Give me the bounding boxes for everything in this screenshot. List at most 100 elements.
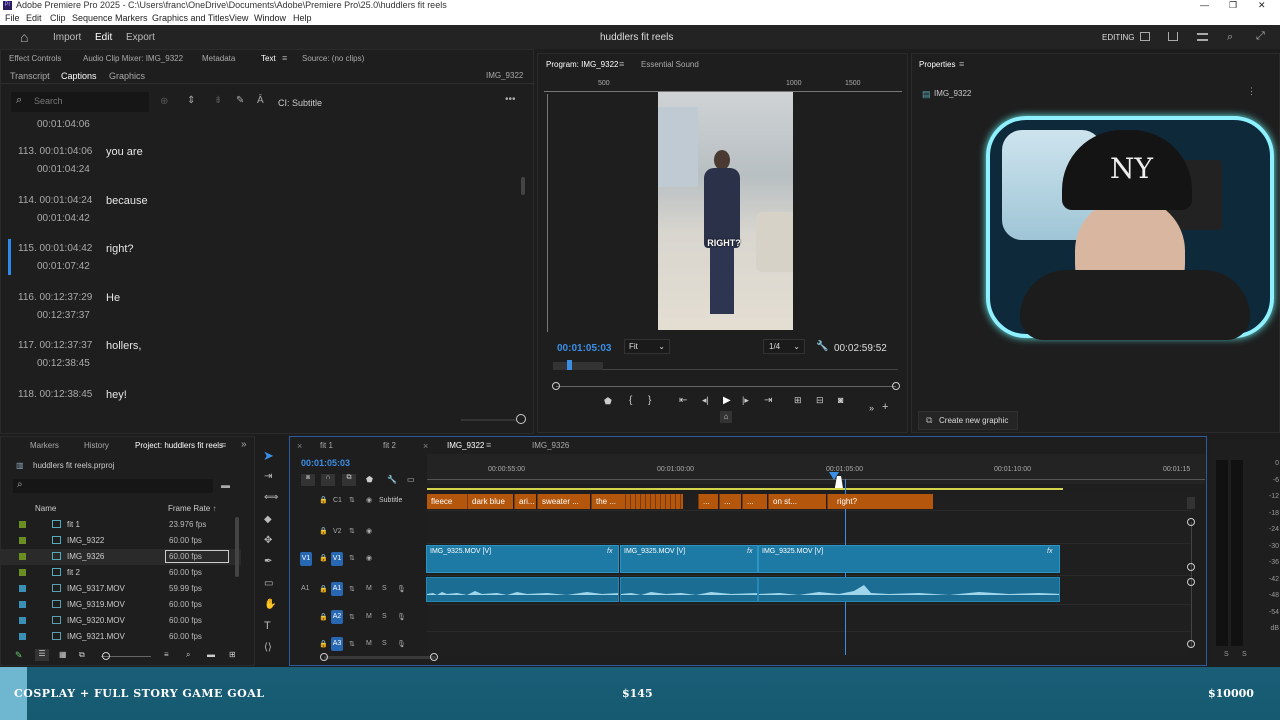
mini-timeline[interactable] — [553, 360, 898, 370]
menu-markers[interactable]: Markers — [115, 11, 148, 25]
mark-out-icon[interactable]: } — [648, 395, 651, 406]
thumbnail-size-handle[interactable] — [102, 652, 110, 660]
zoom-handle-left[interactable] — [320, 653, 328, 661]
pen-tool-icon[interactable]: ✒ — [264, 556, 272, 567]
project-item[interactable]: IMG_9319.MOV 60.00 fps — [1, 597, 241, 613]
project-item[interactable]: fit 2 60.00 fps — [1, 565, 241, 581]
caption-row[interactable]: 118. 00:12:38:45 hey! — [1, 377, 521, 425]
tab-project[interactable]: Project: huddlers fit reels — [135, 441, 223, 450]
caption-clip-selected[interactable]: right? — [827, 494, 933, 509]
zoom-slider-handle[interactable] — [516, 414, 526, 424]
vscroll-handle[interactable] — [1187, 563, 1195, 571]
project-item[interactable]: IMG_9321.MOV 60.00 fps — [1, 629, 241, 642]
pencil-icon[interactable]: ✎ — [15, 650, 23, 661]
go-to-in-icon[interactable]: ⇤ — [679, 395, 687, 406]
caption-row[interactable]: 117. 00:12:37:37 00:12:38:45 hollers, — [1, 328, 521, 376]
menu-sequence[interactable]: Sequence — [72, 11, 113, 25]
merge-icon[interactable]: ⇕ — [187, 95, 195, 106]
menu-help[interactable]: Help — [293, 11, 312, 25]
scrollbar-thumb[interactable] — [521, 177, 525, 195]
play-icon[interactable]: ▶ — [723, 395, 731, 406]
nest-icon[interactable]: ⧈ — [301, 474, 315, 486]
caption-clip[interactable]: ... — [719, 494, 741, 509]
solo-button[interactable]: S — [382, 640, 387, 647]
tab-img-9326[interactable]: IMG_9326 — [532, 441, 569, 450]
audio-clip[interactable] — [758, 577, 1060, 602]
caption-text[interactable]: hollers, — [106, 340, 141, 352]
project-search-input[interactable]: ⌕ — [13, 479, 213, 493]
tab-menu-icon[interactable]: ≡ — [221, 440, 226, 450]
vscroll-handle[interactable] — [1187, 640, 1195, 648]
add-button-icon[interactable]: + — [882, 401, 888, 413]
button-editor-icon[interactable]: ⌂ — [720, 411, 732, 423]
search-icon[interactable]: ⌕ — [1227, 31, 1233, 44]
scrub-end[interactable] — [892, 382, 900, 390]
caption-text[interactable]: He — [106, 292, 120, 304]
column-rate-header[interactable]: Frame Rate ↑ — [168, 504, 216, 513]
tab-markers[interactable]: Markers — [30, 441, 59, 450]
tab-source[interactable]: Source: (no clips) — [302, 54, 364, 63]
lift-icon[interactable]: ⊞ — [794, 395, 802, 406]
timeline-timecode[interactable]: 00:01:05:03 — [301, 458, 350, 468]
caption-row[interactable]: 114. 00:01:04:24 00:01:04:42 because — [1, 183, 521, 231]
caption-row[interactable]: 113. 00:01:04:06 00:01:04:24 you are — [1, 134, 521, 182]
add-caption-icon[interactable]: ⊕ — [160, 96, 168, 107]
track-label-a3[interactable]: A3 — [331, 637, 343, 651]
menu-edit[interactable]: Edit — [26, 11, 42, 25]
caption-text[interactable]: hey! — [106, 389, 127, 401]
icon-view-icon[interactable]: ▦ — [59, 650, 67, 659]
vscroll-handle[interactable] — [1187, 518, 1195, 526]
list-view-icon[interactable]: ☰ — [35, 649, 49, 661]
new-bin-icon[interactable]: ▬ — [221, 480, 230, 490]
selection-tool-icon[interactable]: ➤ — [263, 448, 274, 464]
captions-toggle-icon[interactable]: ▭ — [407, 475, 415, 484]
zoom-select[interactable]: Fit ⌄ — [624, 339, 670, 354]
zoom-slider-track[interactable] — [461, 419, 516, 421]
new-bin-icon[interactable]: ▬ — [207, 650, 215, 659]
timeline-ruler[interactable]: 00:00:55:00 00:01:00:00 00:01:05:00 00:0… — [427, 454, 1205, 484]
maximize-button[interactable]: ❐ — [1229, 0, 1237, 11]
timeline-settings-icon[interactable]: 🔧 — [387, 475, 397, 484]
lock-icon[interactable]: 🔒 — [319, 527, 328, 535]
step-back-icon[interactable]: ◂| — [702, 395, 709, 406]
solo-button[interactable]: S — [382, 613, 387, 620]
sync-icon[interactable]: ⇅ — [349, 585, 355, 593]
column-name-header[interactable]: Name — [35, 504, 56, 513]
subtab-graphics[interactable]: Graphics — [109, 71, 145, 81]
workspace-label[interactable]: EDITING — [1102, 33, 1134, 42]
marker-icon[interactable]: ⬟ — [604, 396, 612, 407]
sort-icon[interactable]: ≡ — [164, 650, 169, 659]
tab-menu-icon[interactable]: ≡ — [486, 440, 491, 450]
hamburger-icon[interactable] — [1197, 33, 1208, 41]
add-marker-icon[interactable]: ⬟ — [366, 475, 373, 484]
tab-effect-controls[interactable]: Effect Controls — [9, 54, 61, 63]
scrub-bar[interactable] — [556, 386, 896, 387]
caption-clip[interactable]: on st... — [768, 494, 826, 509]
item-rate-field[interactable]: 60.00 fps — [165, 550, 229, 563]
menu-view[interactable]: View — [229, 11, 248, 25]
razor-tool-icon[interactable]: ◆ — [264, 514, 272, 525]
menu-graphics-and-titles[interactable]: Graphics and Titles — [152, 11, 229, 25]
video-clip[interactable]: IMG_9325.MOV [V] fx — [758, 545, 1060, 573]
search-bin-icon[interactable]: ⌕ — [186, 650, 190, 660]
lock-icon[interactable]: 🔒 — [319, 496, 328, 504]
source-patch-v1[interactable]: V1 — [300, 552, 312, 566]
more-options-icon[interactable]: ⋮ — [1247, 86, 1256, 97]
scrub-start[interactable] — [552, 382, 560, 390]
more-tabs-icon[interactable]: » — [241, 439, 247, 450]
freeform-view-icon[interactable]: ⧉ — [79, 650, 85, 660]
caption-clip-dense[interactable] — [621, 494, 683, 509]
nav-edit[interactable]: Edit — [95, 32, 112, 43]
sync-icon[interactable]: ⇅ — [349, 613, 355, 621]
ripple-edit-icon[interactable]: ⟺ — [264, 492, 278, 503]
tab-fit-2[interactable]: fit 2 — [383, 441, 396, 450]
scrollbar-thumb[interactable] — [235, 517, 239, 577]
solo-button[interactable]: S — [382, 585, 387, 592]
close-tab-icon[interactable]: × — [423, 441, 428, 451]
subtab-captions[interactable]: Captions — [61, 71, 97, 81]
tab-menu-icon[interactable]: ≡ — [959, 59, 964, 69]
more-options-icon[interactable]: ••• — [505, 94, 516, 105]
extract-icon[interactable]: ⊟ — [816, 395, 824, 406]
pencil-icon[interactable]: ✎ — [236, 95, 244, 106]
mark-in-icon[interactable]: { — [629, 395, 632, 406]
